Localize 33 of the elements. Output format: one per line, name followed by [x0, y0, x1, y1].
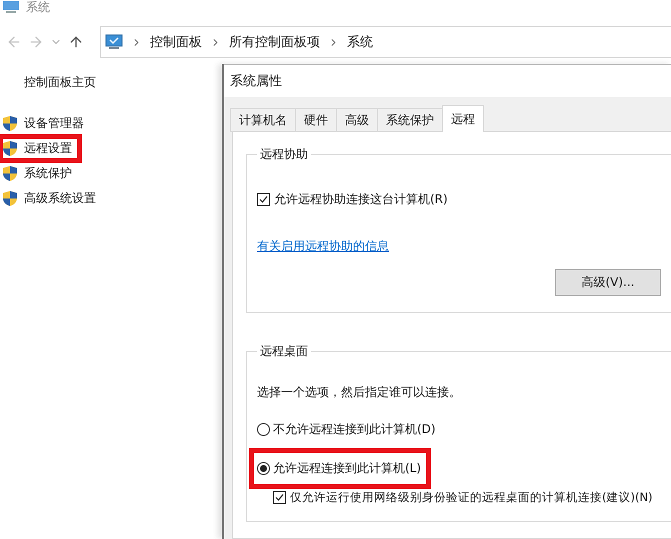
dialog-title: 系统属性: [230, 73, 282, 90]
radio-option[interactable]: 不允许远程连接到此计算机(D): [251, 411, 444, 448]
sidebar-item[interactable]: 设备管理器: [0, 111, 92, 136]
breadcrumb[interactable]: 控制面板: [150, 33, 202, 51]
radio-button[interactable]: [257, 423, 270, 436]
checkbox-row[interactable]: 允许远程协助连接这台计算机(R): [257, 191, 671, 208]
computer-icon: [105, 34, 123, 50]
up-icon[interactable]: [68, 34, 84, 50]
instruction-text: 选择一个选项，然后指定谁可以连接。: [257, 384, 462, 401]
radio-option[interactable]: 允许远程连接到此计算机(L): [251, 450, 430, 487]
address-bar[interactable]: 控制面板 所有控制面板项 系统: [100, 26, 671, 58]
radio-button[interactable]: [257, 462, 270, 475]
group-title: 远程协助: [259, 146, 309, 163]
sidebar-item[interactable]: 高级系统设置: [0, 186, 104, 211]
advanced-button[interactable]: 高级(V)...: [555, 269, 661, 296]
breadcrumb[interactable]: 系统: [347, 33, 373, 51]
group-title: 远程桌面: [259, 343, 309, 360]
shield-icon: [2, 165, 18, 182]
tab[interactable]: 远程: [442, 105, 484, 132]
sidebar-link[interactable]: 控制面板主页: [24, 74, 222, 91]
checkbox[interactable]: [273, 491, 286, 504]
shield-icon: [2, 115, 18, 132]
checkbox[interactable]: [257, 193, 270, 206]
window-title: 系统: [26, 0, 50, 15]
help-link[interactable]: 有关启用远程协助的信息: [257, 238, 389, 255]
checkbox-row[interactable]: 仅允许运行使用网络级别身份验证的远程桌面的计算机连接(建议)(N): [273, 489, 671, 505]
sidebar-item[interactable]: 系统保护: [0, 161, 80, 186]
breadcrumb[interactable]: 所有控制面板项: [229, 33, 320, 51]
tab[interactable]: 计算机名: [230, 108, 296, 132]
shield-icon: [2, 140, 18, 157]
window-icon: [2, 1, 20, 14]
sidebar-item[interactable]: 远程设置: [0, 136, 80, 161]
shield-icon: [2, 190, 18, 207]
